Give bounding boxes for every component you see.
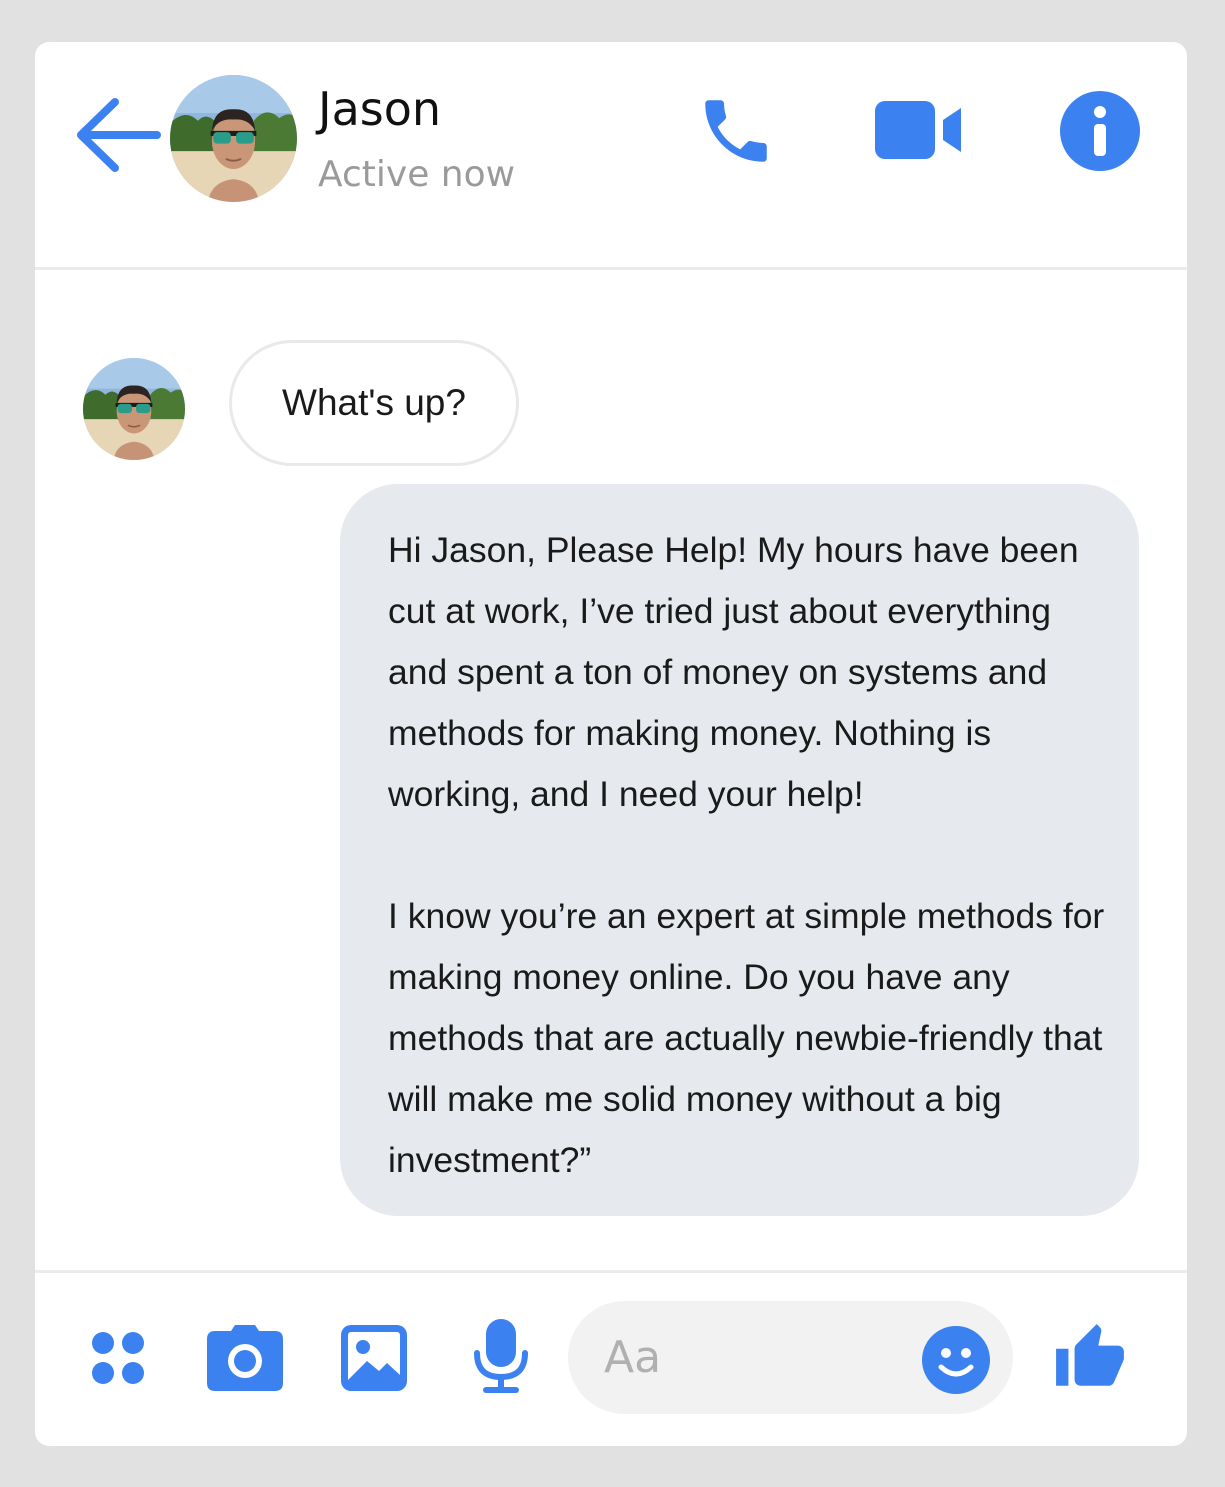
avatar[interactable]	[170, 75, 297, 202]
thumbs-up-icon	[1056, 1324, 1124, 1386]
gallery-icon	[341, 1325, 407, 1391]
more-icon	[92, 1332, 144, 1384]
call-button[interactable]	[695, 90, 777, 172]
like-button[interactable]	[1053, 1321, 1127, 1395]
video-call-button[interactable]	[873, 98, 965, 162]
video-camera-icon	[875, 101, 961, 159]
microphone-icon	[474, 1319, 528, 1393]
arrow-left-icon	[77, 98, 161, 172]
gallery-button[interactable]	[341, 1325, 407, 1391]
incoming-message: What's up?	[229, 340, 519, 466]
composer-bar	[35, 1270, 1187, 1446]
emoji-icon	[922, 1326, 990, 1394]
camera-icon	[207, 1325, 283, 1391]
microphone-button[interactable]	[471, 1319, 531, 1395]
chat-window: Jason Active now What's up? Hi Jason, Pl…	[35, 42, 1187, 1446]
back-button[interactable]	[75, 96, 161, 174]
outgoing-message: Hi Jason, Please Help! My hours have bee…	[340, 484, 1139, 1216]
phone-icon	[705, 100, 767, 162]
outgoing-message-paragraph: Hi Jason, Please Help! My hours have bee…	[388, 530, 1079, 814]
outgoing-message-paragraph: I know you’re an expert at simple method…	[388, 896, 1105, 1180]
contact-status: Active now	[318, 154, 516, 195]
incoming-message-text: What's up?	[282, 382, 466, 423]
info-button[interactable]	[1059, 90, 1141, 172]
more-actions-button[interactable]	[91, 1331, 145, 1385]
emoji-button[interactable]	[921, 1325, 991, 1395]
contact-name[interactable]: Jason	[318, 86, 441, 132]
camera-button[interactable]	[207, 1325, 283, 1391]
sender-avatar[interactable]	[83, 358, 185, 460]
info-icon	[1060, 91, 1140, 171]
chat-header: Jason Active now	[35, 42, 1187, 270]
